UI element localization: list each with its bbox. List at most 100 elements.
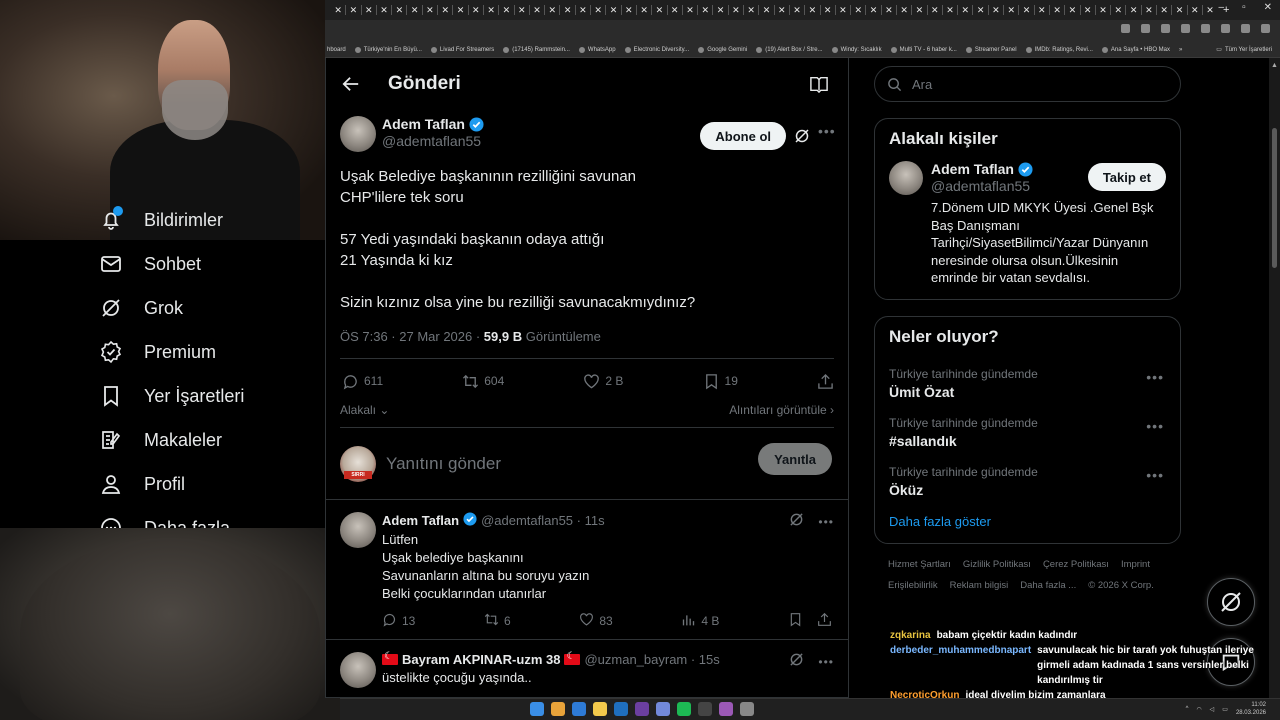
bookmark-item[interactable]: Google Gemini xyxy=(698,46,747,53)
browser-tab-close-icon[interactable]: ✕ xyxy=(698,5,712,16)
browser-tab-close-icon[interactable]: ✕ xyxy=(1111,5,1125,16)
wifi-icon[interactable]: ◠ xyxy=(1196,706,1201,713)
bookmark-item[interactable]: (19) Alert Box / Stre... xyxy=(756,46,823,53)
subscribe-button[interactable]: Abone ol xyxy=(700,122,786,150)
author-avatar[interactable] xyxy=(340,116,376,152)
profile-icon[interactable] xyxy=(1241,24,1250,33)
spotify-icon[interactable] xyxy=(677,702,691,716)
bookmark-item[interactable]: Streamer Panel xyxy=(965,46,1017,53)
browser-tab-close-icon[interactable]: ✕ xyxy=(851,5,865,16)
browser-tab-close-icon[interactable]: ✕ xyxy=(622,5,636,16)
bookmark-item[interactable]: hboard xyxy=(327,47,346,53)
browser-tab-close-icon[interactable]: ✕ xyxy=(530,5,544,16)
more-options-icon[interactable]: ••• xyxy=(818,124,835,142)
cast-icon[interactable] xyxy=(1121,24,1130,33)
browser-tab-close-icon[interactable]: ✕ xyxy=(1004,5,1018,16)
bookmark-item[interactable]: Electronic Diversity... xyxy=(624,46,689,53)
more-options-icon[interactable]: ••• xyxy=(818,515,834,529)
heart-action[interactable]: 83 xyxy=(579,612,613,630)
browser-tab-close-icon[interactable]: ✕ xyxy=(423,5,437,16)
browser-tab-close-icon[interactable]: ✕ xyxy=(1065,5,1079,16)
browser-tab-close-icon[interactable]: ✕ xyxy=(1157,5,1171,16)
repost-action[interactable]: 6 xyxy=(484,612,511,630)
reply-input[interactable]: Yanıtını gönder xyxy=(386,454,501,474)
browser-tab-close-icon[interactable]: ✕ xyxy=(790,5,804,16)
trend-item[interactable]: Türkiye tarihinde gündemde #sallandık ••• xyxy=(889,408,1166,457)
grok-icon[interactable] xyxy=(794,128,810,144)
browser-tab-close-icon[interactable]: ✕ xyxy=(1188,5,1202,16)
bookmarks-overflow-icon[interactable]: » xyxy=(1179,47,1182,53)
minimize-icon[interactable]: – xyxy=(1219,2,1225,13)
chevron-up-icon[interactable]: ^ xyxy=(1186,706,1189,712)
browser-tab-close-icon[interactable]: ✕ xyxy=(515,5,529,16)
reply-post[interactable]: Bayram AKPINAR-uzm 38 @uzman_bayram · 15s… xyxy=(326,640,848,698)
browser-tab-close-icon[interactable]: ✕ xyxy=(438,5,452,16)
maximize-icon[interactable]: ▫ xyxy=(1242,2,1246,13)
browser-tab-close-icon[interactable]: ✕ xyxy=(882,5,896,16)
all-bookmarks-folder[interactable]: ▭ Tüm Yer İşaretleri xyxy=(1216,46,1280,54)
twitch-icon[interactable] xyxy=(719,702,733,716)
browser-tab-close-icon[interactable]: ✕ xyxy=(1035,5,1049,16)
browser-tab-close-icon[interactable]: ✕ xyxy=(377,5,391,16)
star-icon[interactable] xyxy=(1181,24,1190,33)
browser-tab-close-icon[interactable]: ✕ xyxy=(912,5,926,16)
nav-item-premium[interactable]: Premium xyxy=(98,330,323,374)
browser-tab-close-icon[interactable]: ✕ xyxy=(1050,5,1064,16)
browser-tab-close-icon[interactable]: ✕ xyxy=(805,5,819,16)
browser-tab-close-icon[interactable]: ✕ xyxy=(1142,5,1156,16)
follow-button[interactable]: Takip et xyxy=(1087,163,1166,191)
browser-tab-close-icon[interactable]: ✕ xyxy=(759,5,773,16)
trend-item[interactable]: Türkiye tarihinde gündemde Ümit Özat ••• xyxy=(889,359,1166,408)
like-action[interactable]: 2 B xyxy=(583,373,623,390)
epic-icon[interactable] xyxy=(698,702,712,716)
reply-post[interactable]: Adem Taflan @ademtaflan55 · 11s Lütfen Uşa… xyxy=(326,500,848,640)
nav-item-bell[interactable]: Bildirimler xyxy=(98,198,323,242)
browser-tab-close-icon[interactable]: ✕ xyxy=(1172,5,1186,16)
page-scrollbar[interactable]: ▲ xyxy=(1269,58,1280,698)
app-icon[interactable] xyxy=(614,702,628,716)
chrome-icon[interactable] xyxy=(551,702,565,716)
footer-link[interactable]: © 2026 X Corp. xyxy=(1088,575,1154,596)
extensions-icon[interactable] xyxy=(1201,24,1210,33)
browser-tab-close-icon[interactable]: ✕ xyxy=(1203,5,1217,16)
reply-author-name[interactable]: Bayram AKPINAR-uzm 38 xyxy=(402,652,560,667)
browser-tab-close-icon[interactable]: ✕ xyxy=(744,5,758,16)
nav-item-grok[interactable]: Grok xyxy=(98,286,323,330)
browser-tab-close-icon[interactable]: ✕ xyxy=(407,5,421,16)
browser-tab-close-icon[interactable]: ✕ xyxy=(1126,5,1140,16)
bookmark-item[interactable]: Multi TV - 6 haber k... xyxy=(890,46,957,53)
author-name[interactable]: Adem Taflan xyxy=(382,116,465,133)
browser-tab-close-icon[interactable]: ✕ xyxy=(469,5,483,16)
composer-avatar[interactable]: SIRRI xyxy=(340,445,376,482)
related-person[interactable]: Adem Taflan @ademtaflan55 Takip et xyxy=(889,161,1166,195)
zoom-icon[interactable] xyxy=(1141,24,1150,33)
browser-tab-close-icon[interactable]: ✕ xyxy=(499,5,513,16)
reply-action[interactable]: 13 xyxy=(382,612,415,630)
footer-link[interactable]: Hizmet Şartları xyxy=(888,554,951,575)
battery-icon[interactable]: ▭ xyxy=(1222,706,1228,713)
related-sort-dropdown[interactable]: Alakalı ⌄ xyxy=(340,403,389,417)
browser-tab-close-icon[interactable]: ✕ xyxy=(683,5,697,16)
browser-tab-close-icon[interactable]: ✕ xyxy=(729,5,743,16)
footer-link[interactable]: Erişilebilirlik xyxy=(888,575,938,596)
reply-author-avatar[interactable] xyxy=(340,512,376,548)
download-icon[interactable] xyxy=(1221,24,1230,33)
browser-tab-close-icon[interactable]: ✕ xyxy=(973,5,987,16)
browser-tab-close-icon[interactable]: ✕ xyxy=(866,5,880,16)
footer-link[interactable]: Çerez Politikası xyxy=(1043,554,1109,575)
browser-tab-close-icon[interactable]: ✕ xyxy=(1096,5,1110,16)
browser-tab-close-icon[interactable]: ✕ xyxy=(545,5,559,16)
steam-icon[interactable] xyxy=(635,702,649,716)
file-explorer-icon[interactable] xyxy=(572,702,586,716)
trend-item[interactable]: Türkiye tarihinde gündemde Öküz ••• xyxy=(889,457,1166,506)
author-handle[interactable]: @ademtaflan55 xyxy=(382,133,484,150)
nav-item-bookmark[interactable]: Yer İşaretleri xyxy=(98,374,323,418)
post-timestamp[interactable]: ÖS 7:36 · 27 Mar 2026 · xyxy=(340,329,484,344)
browser-tab-close-icon[interactable]: ✕ xyxy=(484,5,498,16)
footer-link[interactable]: Daha fazla ... xyxy=(1020,575,1076,596)
views-action[interactable]: 4 B xyxy=(681,612,719,630)
related-person-name[interactable]: Adem Taflan xyxy=(931,161,1014,178)
browser-tab-close-icon[interactable]: ✕ xyxy=(668,5,682,16)
browser-tab-close-icon[interactable]: ✕ xyxy=(362,5,376,16)
browser-tab-close-icon[interactable]: ✕ xyxy=(652,5,666,16)
